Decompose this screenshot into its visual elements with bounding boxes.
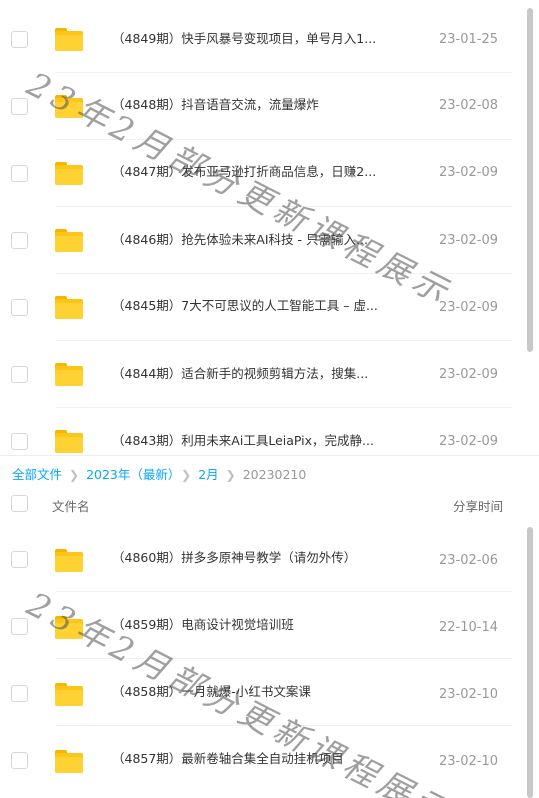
file-date: 23-02-09 — [438, 165, 498, 180]
scrollbar-bottom[interactable] — [527, 527, 533, 798]
file-row[interactable]: （4849期）快手风暴号变现项目，单号月入1... 23-01-25 — [0, 6, 520, 73]
breadcrumb-current: 20230210 — [242, 467, 307, 482]
row-checkbox[interactable] — [11, 98, 28, 115]
select-all-checkbox[interactable] — [11, 495, 28, 512]
file-name[interactable]: （4858期）一月就爆-小红书文案课 — [112, 681, 382, 700]
file-date: 23-02-09 — [438, 233, 498, 248]
file-row[interactable]: （4848期）抖音语音交流，流量爆炸 23-02-08 — [0, 73, 520, 140]
file-date: 23-02-09 — [438, 367, 498, 382]
file-row[interactable]: （4847期）发布亚马逊打折商品信息，日赚2... 23-02-09 — [0, 140, 520, 207]
file-row[interactable]: （4858期）一月就爆-小红书文案课 23-02-10 — [0, 659, 520, 726]
file-date: 23-02-08 — [438, 98, 498, 113]
file-row[interactable]: （4859期）电商设计视觉培训班 22-10-14 — [0, 592, 520, 659]
folder-icon — [55, 229, 83, 252]
row-checkbox[interactable] — [11, 752, 28, 769]
chevron-right-icon: ❯ — [181, 468, 192, 482]
scrollbar-top[interactable] — [527, 8, 533, 352]
row-checkbox[interactable] — [11, 299, 28, 316]
folder-icon — [55, 162, 83, 185]
folder-icon — [55, 683, 83, 706]
file-name[interactable]: （4860期）拼多多原神号教学（请勿外传） — [112, 547, 382, 566]
file-name[interactable]: （4859期）电商设计视觉培训班 — [112, 614, 382, 633]
list-header: 文件名 分享时间 — [0, 492, 539, 518]
chevron-right-icon: ❯ — [69, 468, 80, 482]
file-name[interactable]: （4845期）7大不可思议的人工智能工具 – 虚... — [112, 295, 382, 314]
panel-divider — [0, 455, 539, 456]
file-row[interactable]: （4844期）适合新手的视频剪辑方法，搜集... 23-02-09 — [0, 341, 520, 408]
folder-icon — [55, 296, 83, 319]
file-date: 23-01-25 — [438, 32, 498, 47]
file-name[interactable]: （4857期）最新卷轴合集全自动挂机项目 — [112, 748, 382, 767]
file-name[interactable]: （4843期）利用未来Ai工具LeiaPix，完成静... — [112, 430, 382, 449]
file-date: 22-10-14 — [438, 620, 498, 635]
row-checkbox[interactable] — [11, 618, 28, 635]
row-checkbox[interactable] — [11, 685, 28, 702]
folder-icon — [55, 363, 83, 386]
file-date: 23-02-09 — [438, 434, 498, 449]
row-checkbox[interactable] — [11, 31, 28, 48]
file-row[interactable]: （4843期）利用未来Ai工具LeiaPix，完成静... 23-02-09 — [0, 408, 520, 456]
file-date: 23-02-10 — [438, 754, 498, 769]
file-name[interactable]: （4846期）抢先体验未来AI科技 - 只需输入... — [112, 229, 382, 248]
folder-icon — [55, 616, 83, 639]
row-checkbox[interactable] — [11, 165, 28, 182]
breadcrumb-item-all-files[interactable]: 全部文件 — [12, 467, 62, 482]
column-header-name[interactable]: 文件名 — [52, 496, 90, 515]
file-date: 23-02-10 — [438, 687, 498, 702]
breadcrumb-item-2023[interactable]: 2023年（最新） — [86, 467, 174, 482]
file-name[interactable]: （4849期）快手风暴号变现项目，单号月入1... — [112, 28, 382, 47]
breadcrumb: 全部文件 ❯ 2023年（最新） ❯ 2月 ❯ 20230210 — [12, 464, 306, 483]
breadcrumb-item-feb[interactable]: 2月 — [198, 467, 218, 482]
file-row[interactable]: （4845期）7大不可思议的人工智能工具 – 虚... 23-02-09 — [0, 274, 520, 341]
file-name[interactable]: （4848期）抖音语音交流，流量爆炸 — [112, 94, 382, 113]
row-checkbox[interactable] — [11, 433, 28, 450]
file-date: 23-02-06 — [438, 553, 498, 568]
row-checkbox[interactable] — [11, 366, 28, 383]
file-row[interactable]: （4857期）最新卷轴合集全自动挂机项目 23-02-10 — [0, 726, 520, 793]
folder-icon — [55, 95, 83, 118]
file-name[interactable]: （4847期）发布亚马逊打折商品信息，日赚2... — [112, 161, 382, 180]
file-row[interactable]: （4846期）抢先体验未来AI科技 - 只需输入... 23-02-09 — [0, 207, 520, 274]
folder-icon — [55, 430, 83, 453]
folder-icon — [55, 28, 83, 51]
chevron-right-icon: ❯ — [225, 468, 236, 482]
folder-icon — [55, 750, 83, 773]
file-row[interactable]: （4860期）拼多多原神号教学（请勿外传） 23-02-06 — [0, 525, 520, 592]
file-list-bottom: （4860期）拼多多原神号教学（请勿外传） 23-02-06 （4859期）电商… — [0, 525, 539, 798]
folder-icon — [55, 549, 83, 572]
row-checkbox[interactable] — [11, 551, 28, 568]
column-header-time[interactable]: 分享时间 — [453, 496, 503, 515]
file-name[interactable]: （4844期）适合新手的视频剪辑方法，搜集... — [112, 363, 382, 382]
row-checkbox[interactable] — [11, 232, 28, 249]
file-date: 23-02-09 — [438, 300, 498, 315]
file-list-top: （4849期）快手风暴号变现项目，单号月入1... 23-01-25 （4848… — [0, 0, 539, 456]
